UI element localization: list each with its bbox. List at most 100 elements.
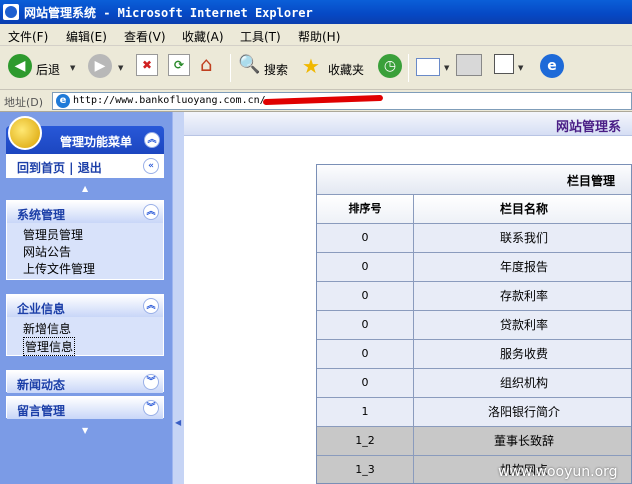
section-system: 系统管理 ︽ 管理员管理 网站公告 上传文件管理: [6, 200, 164, 280]
home-icon[interactable]: ⌂: [200, 54, 224, 76]
sidebar: 管理功能菜单 ︽ 回到首页 | 退出 « ▲ 系统管理 ︽ 管理员管理 网站公告…: [0, 112, 172, 484]
edit-dropdown-icon[interactable]: ▼: [518, 64, 523, 72]
watermark: www.wooyun.org: [498, 464, 618, 480]
row-name[interactable]: 年度报告: [415, 253, 631, 281]
section-title[interactable]: 留言管理: [17, 402, 65, 419]
splitter-arrow-icon[interactable]: ◀: [175, 418, 181, 427]
scroll-up-icon[interactable]: ▲: [82, 184, 88, 193]
row-name[interactable]: 洛阳银行简介: [415, 398, 631, 426]
mail-dropdown-icon[interactable]: ▼: [444, 64, 449, 72]
section-title[interactable]: 新闻动态: [17, 376, 65, 393]
search-icon[interactable]: 🔍: [238, 54, 260, 75]
sidebar-title: 管理功能菜单: [60, 135, 133, 149]
print-icon[interactable]: [456, 54, 482, 76]
row-order: 1: [317, 398, 414, 426]
menu-help[interactable]: 帮助(H): [298, 28, 340, 45]
home-logout-links[interactable]: 回到首页 | 退出: [17, 159, 102, 176]
menu-item-add-info[interactable]: 新增信息: [23, 320, 71, 337]
table-row[interactable]: 0 贷款利率: [317, 311, 631, 340]
section-company: 企业信息 ︽ 新增信息 管理信息: [6, 294, 164, 356]
back-button-label[interactable]: 后退: [36, 61, 60, 78]
row-name[interactable]: 贷款利率: [415, 311, 631, 339]
menu-bar: 文件(F) 编辑(E) 查看(V) 收藏(A) 工具(T) 帮助(H): [0, 24, 632, 46]
messenger-icon[interactable]: e: [540, 54, 564, 78]
page-content: 管理功能菜单 ︽ 回到首页 | 退出 « ▲ 系统管理 ︽ 管理员管理 网站公告…: [0, 112, 632, 484]
table-row[interactable]: 0 联系我们: [317, 224, 631, 253]
menu-tools[interactable]: 工具(T): [240, 28, 281, 45]
section-title[interactable]: 企业信息: [17, 300, 65, 317]
toolbar: ◀ 后退 ▼ ▶ ▼ ✖ ⟳ ⌂ 🔍 搜索 ★ 收藏夹 ◷ ▼ ▼ e: [0, 46, 632, 90]
menu-file[interactable]: 文件(F): [8, 28, 48, 45]
menu-item-notice[interactable]: 网站公告: [23, 243, 71, 260]
row-order: 0: [317, 224, 414, 252]
menu-item-manage-info[interactable]: 管理信息: [23, 337, 76, 356]
menu-view[interactable]: 查看(V): [124, 28, 166, 45]
collapse-section-icon[interactable]: ︽: [143, 204, 159, 220]
address-input[interactable]: e http://www.bankofluoyang.com.cn/: [52, 92, 632, 110]
back-arrow-icon[interactable]: ◀: [8, 54, 32, 78]
refresh-icon[interactable]: ⟳: [168, 54, 190, 76]
page-title: 网站管理系: [556, 120, 622, 135]
menu-favorites[interactable]: 收藏(A): [182, 28, 224, 45]
menu-item-upload[interactable]: 上传文件管理: [23, 260, 95, 277]
search-button-label[interactable]: 搜索: [264, 61, 288, 78]
title-bar: 网站管理系统 - Microsoft Internet Explorer: [0, 0, 632, 24]
table-title: 栏目管理: [567, 174, 616, 188]
row-order: 0: [317, 340, 414, 368]
table-row[interactable]: 0 年度报告: [317, 253, 631, 282]
row-name[interactable]: 服务收费: [415, 340, 631, 368]
menu-edit[interactable]: 编辑(E): [66, 28, 107, 45]
row-order: 0: [317, 369, 414, 397]
address-bar: 地址(D) e http://www.bankofluoyang.com.cn/: [0, 90, 632, 112]
forward-dropdown-icon[interactable]: ▼: [118, 64, 123, 72]
collapse-sidebar-icon[interactable]: «: [143, 158, 159, 174]
row-name[interactable]: 组织机构: [415, 369, 631, 397]
table-header-row: 排序号 栏目名称: [317, 195, 631, 224]
address-label: 地址(D): [4, 96, 44, 109]
table-caption: 栏目管理: [317, 165, 631, 195]
column-table: 栏目管理 排序号 栏目名称 0 联系我们 0 年度报告 0 存款利率 0 贷款利率 0 服务收费 0…: [316, 164, 632, 484]
redaction-mark: [262, 94, 384, 106]
row-name[interactable]: 董事长致辞: [415, 427, 631, 455]
home-links-box: 回到首页 | 退出 «: [6, 154, 164, 178]
table-row[interactable]: 0 组织机构: [317, 369, 631, 398]
address-url[interactable]: http://www.bankofluoyang.com.cn/: [73, 95, 266, 106]
forward-arrow-icon[interactable]: ▶: [88, 54, 112, 78]
section-title[interactable]: 系统管理: [17, 206, 65, 223]
expand-section-icon[interactable]: ︾: [143, 374, 159, 390]
row-order: 0: [317, 282, 414, 310]
row-name[interactable]: 存款利率: [415, 282, 631, 310]
section-messages: 留言管理 ︾: [6, 396, 164, 419]
header-order: 排序号: [317, 195, 414, 223]
table-row[interactable]: 0 存款利率: [317, 282, 631, 311]
menu-item-admin[interactable]: 管理员管理: [23, 226, 83, 243]
table-row[interactable]: 1 洛阳银行简介: [317, 398, 631, 427]
mail-icon[interactable]: [416, 58, 440, 76]
table-row[interactable]: 1_2 董事长致辞: [317, 427, 631, 456]
menu-logo-icon: [8, 116, 42, 150]
sidebar-splitter[interactable]: ◀: [172, 112, 184, 484]
expand-section-icon[interactable]: ︾: [143, 400, 159, 416]
page-icon: e: [56, 94, 70, 108]
section-news: 新闻动态 ︾: [6, 370, 164, 393]
header-name: 栏目名称: [499, 202, 548, 216]
row-order: 1_3: [317, 456, 414, 483]
table-row[interactable]: 0 服务收费: [317, 340, 631, 369]
window-title: 网站管理系统 - Microsoft Internet Explorer: [24, 6, 313, 20]
back-dropdown-icon[interactable]: ▼: [70, 64, 75, 72]
scroll-down-icon[interactable]: ▼: [82, 426, 88, 435]
history-icon[interactable]: ◷: [378, 54, 402, 78]
row-order: 0: [317, 253, 414, 281]
page-header: 网站管理系: [184, 112, 632, 136]
sidebar-header: 管理功能菜单 ︽: [6, 116, 164, 154]
main-pane: 网站管理系 栏目管理 排序号 栏目名称 0 联系我们 0 年度报告 0 存款利率 0 贷款利率…: [184, 112, 632, 484]
favorites-star-icon[interactable]: ★: [302, 54, 320, 78]
collapse-section-icon[interactable]: ︽: [143, 298, 159, 314]
row-order: 0: [317, 311, 414, 339]
collapse-menu-icon[interactable]: ︽: [144, 132, 160, 148]
favorites-button-label[interactable]: 收藏夹: [328, 61, 364, 78]
ie-window-icon: [3, 4, 19, 20]
edit-icon[interactable]: [494, 54, 514, 74]
stop-icon[interactable]: ✖: [136, 54, 158, 76]
row-name[interactable]: 联系我们: [415, 224, 631, 252]
